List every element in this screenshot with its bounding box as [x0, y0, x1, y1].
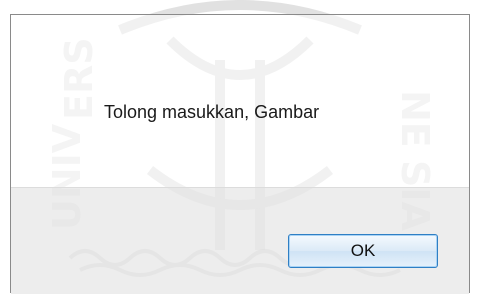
- ok-button[interactable]: OK: [288, 234, 438, 268]
- dialog-message: Tolong masukkan, Gambar: [104, 102, 320, 122]
- message-dialog: Tolong masukkan, Gambar OK: [10, 14, 470, 294]
- dialog-button-area: OK: [11, 187, 469, 294]
- dialog-content-area: Tolong masukkan, Gambar: [11, 15, 469, 187]
